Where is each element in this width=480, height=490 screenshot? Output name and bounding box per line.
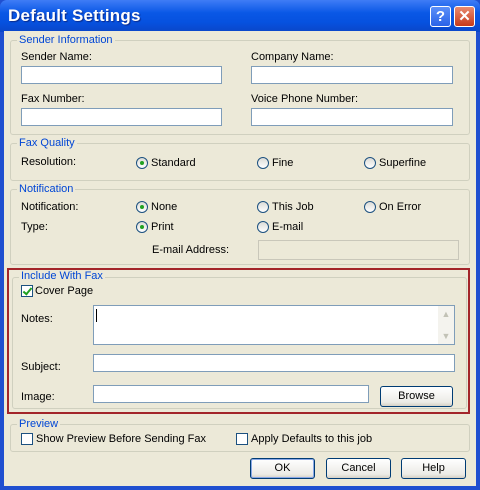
resolution-superfine-label[interactable]: Superfine: [379, 157, 426, 170]
notification-none-radio[interactable]: [136, 201, 148, 213]
company-name-label: Company Name:: [251, 51, 334, 63]
type-email-label[interactable]: E-mail: [272, 221, 303, 234]
resolution-standard-label[interactable]: Standard: [151, 157, 196, 170]
include-with-fax-legend: Include With Fax: [19, 270, 105, 283]
type-email-radio[interactable]: [257, 221, 269, 233]
notification-this-job-label[interactable]: This Job: [272, 201, 314, 214]
company-name-input[interactable]: [251, 66, 453, 84]
image-label: Image:: [21, 391, 55, 403]
resolution-fine-radio[interactable]: [257, 157, 269, 169]
notification-on-error-label[interactable]: On Error: [379, 201, 421, 214]
type-label: Type:: [21, 221, 48, 233]
subject-input[interactable]: [93, 354, 455, 372]
sender-name-label: Sender Name:: [21, 51, 92, 63]
ok-button[interactable]: OK: [250, 458, 315, 479]
title-bar[interactable]: Default Settings ? ✕: [0, 0, 480, 32]
resolution-label: Resolution:: [21, 156, 77, 168]
apply-defaults-checkbox[interactable]: [236, 433, 248, 445]
resolution-fine-label[interactable]: Fine: [272, 157, 293, 170]
show-preview-checkbox[interactable]: [21, 433, 33, 445]
fax-number-label: Fax Number:: [21, 93, 85, 105]
help-button[interactable]: Help: [401, 458, 466, 479]
preview-legend: Preview: [17, 418, 61, 431]
cover-page-label[interactable]: Cover Page: [35, 285, 93, 298]
apply-defaults-label[interactable]: Apply Defaults to this job: [251, 433, 372, 446]
email-address-label: E-mail Address:: [152, 244, 230, 256]
notification-legend: Notification: [17, 183, 76, 196]
type-print-label[interactable]: Print: [151, 221, 174, 234]
sender-information-legend: Sender Information: [17, 34, 115, 47]
scroll-up-icon[interactable]: ▲: [438, 306, 454, 322]
scroll-down-icon[interactable]: ▼: [438, 328, 454, 344]
subject-label: Subject:: [21, 361, 61, 373]
text-caret: [96, 309, 97, 322]
fax-quality-legend: Fax Quality: [17, 137, 77, 150]
voice-phone-label: Voice Phone Number:: [251, 93, 359, 105]
cover-page-checkbox[interactable]: [21, 285, 33, 297]
resolution-superfine-radio[interactable]: [364, 157, 376, 169]
window-title: Default Settings: [8, 6, 141, 25]
notes-scrollbar[interactable]: ▲ ▼: [438, 306, 454, 344]
resolution-standard-radio[interactable]: [136, 157, 148, 169]
notification-none-label[interactable]: None: [151, 201, 177, 214]
email-address-input[interactable]: [258, 240, 459, 260]
type-print-radio[interactable]: [136, 221, 148, 233]
voice-phone-input[interactable]: [251, 108, 453, 126]
notification-on-error-radio[interactable]: [364, 201, 376, 213]
notification-label: Notification:: [21, 201, 79, 213]
browse-button[interactable]: Browse: [380, 386, 453, 407]
image-path-input[interactable]: [93, 385, 369, 403]
title-help-button[interactable]: ?: [430, 6, 451, 27]
dialog-window: Default Settings ? ✕ Sender Information …: [0, 0, 480, 490]
show-preview-label[interactable]: Show Preview Before Sending Fax: [36, 433, 206, 446]
title-close-button[interactable]: ✕: [454, 6, 475, 27]
sender-name-input[interactable]: [21, 66, 222, 84]
notification-this-job-radio[interactable]: [257, 201, 269, 213]
notes-textarea[interactable]: ▲ ▼: [93, 305, 455, 345]
notes-label: Notes:: [21, 313, 53, 325]
fax-number-input[interactable]: [21, 108, 222, 126]
dialog-client: Sender Information Sender Name: Company …: [4, 31, 476, 486]
cancel-button[interactable]: Cancel: [326, 458, 391, 479]
